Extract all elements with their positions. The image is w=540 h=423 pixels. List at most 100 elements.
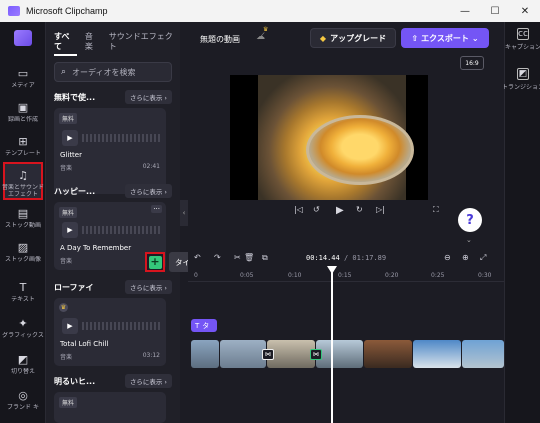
help-button[interactable]: ? — [458, 208, 482, 232]
close-button[interactable]: ✕ — [510, 0, 540, 22]
nav-item-stock-video[interactable]: ▤ ストック動画 — [3, 202, 43, 236]
see-more-button[interactable]: さらに表示 › — [124, 90, 172, 104]
transitions-button[interactable]: ◩ トランジション — [502, 68, 540, 91]
minimize-button[interactable]: — — [450, 0, 480, 22]
play-icon[interactable]: ▶ — [62, 318, 78, 334]
audio-card[interactable]: 無料 — [54, 392, 166, 423]
play-icon[interactable]: ▶ — [62, 130, 78, 146]
upgrade-button[interactable]: ◆ アップグレード — [310, 28, 396, 48]
video-preview — [230, 75, 428, 200]
fit-timeline-icon[interactable]: ⤢ — [480, 253, 486, 263]
nav-item-music[interactable]: ♫ 音楽とサウンドエフェクト — [2, 162, 44, 200]
audio-card-total-lofi-chill[interactable]: ♛ ▶ Total Lofi Chill 音楽 03:12 — [54, 298, 166, 366]
chevron-down-icon: ⌄ — [471, 33, 479, 43]
record-icon: ▣ — [17, 100, 29, 114]
title-bar: Microsoft Clipchamp — ☐ ✕ — [0, 0, 540, 22]
see-more-button[interactable]: さらに表示 › — [124, 184, 172, 198]
video-clip[interactable] — [413, 340, 462, 368]
project-name[interactable]: 無題の動画 — [200, 34, 240, 45]
nav-item-text[interactable]: T テキスト — [3, 276, 43, 310]
nav-item-stock-image[interactable]: ▨ ストック画像 — [3, 236, 43, 270]
rewind-5s-icon[interactable]: ↺ — [313, 205, 320, 214]
track-kind: 音楽 — [60, 354, 73, 361]
audio-search-input[interactable]: ⌕ オーディオを検索 — [54, 62, 172, 82]
aspect-ratio-button[interactable]: 16:9 — [460, 56, 484, 70]
premium-crown-icon: ♛ — [263, 26, 269, 33]
see-more-button[interactable]: さらに表示 › — [124, 374, 172, 388]
export-label: エクスポート — [421, 33, 469, 43]
see-more-button[interactable]: さらに表示 › — [124, 280, 172, 294]
free-badge: 無料 — [59, 397, 78, 408]
music-icon: ♫ — [18, 168, 28, 182]
left-navigation: ▭ メディア ▣ 録画と作成 ⊞ テンプレート ♫ 音楽とサウンドエフェクト ▤… — [0, 22, 46, 423]
delete-icon[interactable]: 🗑 — [244, 253, 254, 262]
video-clip[interactable] — [462, 340, 504, 368]
fullscreen-icon[interactable]: ⛶ — [433, 205, 439, 215]
nav-item-templates[interactable]: ⊞ テンプレート — [3, 130, 43, 164]
nav-item-graphics[interactable]: ✦ グラフィックス — [2, 312, 44, 346]
playhead[interactable] — [331, 270, 333, 423]
waveform — [82, 322, 162, 330]
captions-button[interactable]: cc キャプション — [505, 28, 540, 51]
transition-marker-icon[interactable]: ⋈ — [310, 349, 322, 360]
video-clip[interactable] — [364, 340, 413, 368]
track-name: A Day To Remember — [60, 244, 132, 252]
tick-label: 0:10 — [288, 272, 302, 279]
track-duration: 02:41 — [142, 163, 160, 170]
add-to-timeline-button[interactable]: + — [145, 252, 165, 272]
split-icon[interactable]: ✂ — [234, 253, 241, 262]
nav-label: ブランド キ — [7, 404, 39, 411]
tab-sound-effects[interactable]: サウンドエフェクト — [109, 32, 180, 56]
collapse-panel-button[interactable]: ‹ — [180, 200, 188, 226]
tick-label: 0:05 — [240, 272, 254, 279]
nav-item-brand-kit[interactable]: ◎ ブランド キ — [3, 384, 43, 418]
nav-item-record[interactable]: ▣ 録画と作成 — [3, 96, 43, 130]
zoom-in-icon[interactable]: ⊕ — [462, 253, 469, 262]
skip-back-icon[interactable]: |◁ — [294, 205, 303, 214]
zoom-out-icon[interactable]: ⊖ — [444, 253, 451, 262]
export-button[interactable]: ⇧ エクスポート ⌄ — [401, 28, 489, 48]
chevron-down-icon[interactable]: ⌄ — [466, 236, 472, 244]
text-icon: T — [195, 321, 200, 330]
free-badge: 無料 — [59, 113, 78, 124]
duplicate-icon[interactable]: ⧉ — [262, 253, 268, 263]
nav-label: 切り替え — [10, 368, 35, 375]
undo-icon[interactable]: ↶ — [194, 253, 201, 262]
audio-card-glitter[interactable]: 無料 ▶ Glitter 音楽 02:41 — [54, 108, 166, 194]
tick-label: 0:25 — [431, 272, 445, 279]
diamond-icon: ◆ — [319, 33, 327, 43]
video-clip[interactable] — [191, 340, 219, 368]
brand-logo-icon — [14, 30, 32, 46]
more-options-icon[interactable]: ··· — [151, 205, 162, 213]
nav-item-media[interactable]: ▭ メディア — [3, 62, 43, 96]
redo-icon[interactable]: ↷ — [214, 253, 221, 262]
template-icon: ⊞ — [18, 134, 28, 148]
clipchamp-logo-icon — [8, 6, 20, 16]
transition-marker-icon[interactable]: ⋈ — [262, 349, 274, 360]
play-icon[interactable]: ▶ — [62, 222, 78, 238]
timeline-ruler[interactable]: 0 0:05 0:10 0:15 0:20 0:25 0:30 — [188, 270, 504, 282]
tab-music[interactable]: 音楽 — [85, 32, 101, 56]
timeline-toolbar: ↶ ↷ ✂ 🗑 ⧉ 00:14.44 / 01:17.89 ⊖ ⊕ ⤢ — [188, 251, 504, 267]
nav-item-transitions[interactable]: ◩ 切り替え — [3, 348, 43, 382]
app-window: Microsoft Clipchamp — ☐ ✕ ▭ メディア ▣ 録画と作成… — [0, 0, 540, 423]
text-clip[interactable]: T タ — [191, 319, 217, 332]
section-happy: ハッピー... さらに表示 › — [54, 184, 172, 198]
timecode: 00:14.44 / 01:17.89 — [306, 254, 386, 262]
tick-label: 0 — [194, 272, 198, 279]
nav-label: テンプレート — [5, 150, 41, 157]
skip-forward-icon[interactable]: ▷| — [376, 205, 385, 214]
tab-all[interactable]: すべて — [54, 32, 77, 56]
video-clip[interactable] — [315, 340, 364, 368]
play-icon[interactable]: ▶ — [336, 205, 344, 216]
search-placeholder: オーディオを検索 — [72, 67, 136, 77]
graphics-icon: ✦ — [18, 316, 28, 330]
brand-kit-icon: ◎ — [18, 388, 28, 402]
video-clip[interactable] — [219, 340, 266, 368]
stock-video-icon: ▤ — [17, 206, 29, 220]
nav-label: ストック画像 — [4, 256, 41, 263]
cloud-sync-off-icon: ☁̸ — [256, 32, 265, 42]
nav-label: グラフィックス — [2, 332, 44, 339]
maximize-button[interactable]: ☐ — [480, 0, 510, 22]
forward-5s-icon[interactable]: ↻ — [356, 205, 363, 214]
